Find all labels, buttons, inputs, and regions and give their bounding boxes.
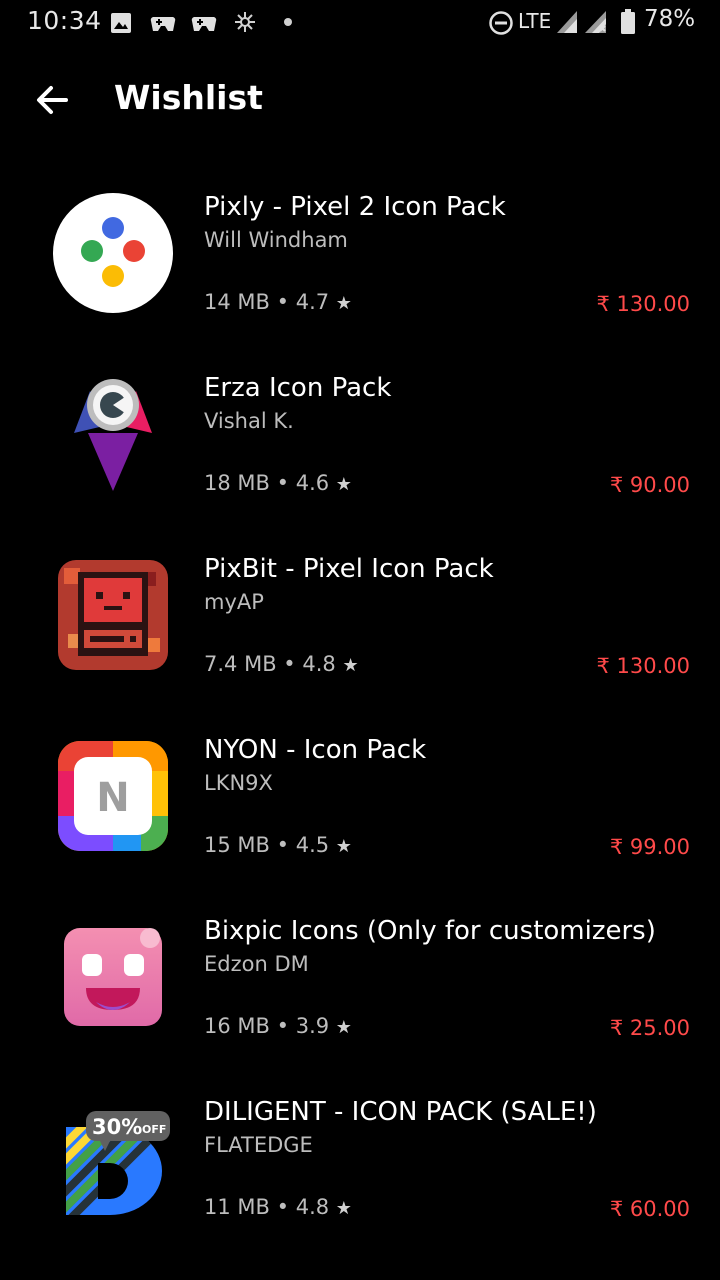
list-item[interactable]: PixBit - Pixel Icon Pack myAP 7.4 MB • 4… bbox=[0, 534, 720, 715]
game-controller-icon bbox=[150, 17, 176, 31]
star-icon: ★ bbox=[335, 474, 352, 495]
app-meta: 16 MB • 3.9 ★ bbox=[204, 1014, 352, 1038]
app-name: Bixpic Icons (Only for customizers) bbox=[204, 916, 656, 946]
app-rating: 4.6 bbox=[295, 471, 330, 495]
bixpic-icon bbox=[64, 928, 162, 1026]
developer-name: Will Windham bbox=[204, 228, 348, 252]
price-button[interactable]: ₹ 130.00 bbox=[596, 654, 690, 678]
app-rating: 3.9 bbox=[295, 1014, 330, 1038]
status-bar: 10:34 LTE 78% bbox=[0, 0, 720, 46]
separator: • bbox=[276, 471, 290, 495]
dot-icon bbox=[284, 18, 292, 26]
star-icon: ★ bbox=[335, 836, 352, 857]
app-rating: 4.8 bbox=[295, 1195, 330, 1219]
burst-icon bbox=[235, 12, 255, 32]
app-meta: 15 MB • 4.5 ★ bbox=[204, 833, 352, 857]
developer-name: LKN9X bbox=[204, 771, 273, 795]
star-icon: ★ bbox=[335, 293, 352, 314]
developer-name: Vishal K. bbox=[204, 409, 294, 433]
app-meta: 11 MB • 4.8 ★ bbox=[204, 1195, 352, 1219]
app-size: 7.4 MB bbox=[204, 652, 277, 676]
nyon-letter: N bbox=[96, 775, 129, 821]
separator: • bbox=[276, 290, 290, 314]
app-rating: 4.5 bbox=[295, 833, 330, 857]
separator: • bbox=[276, 1195, 290, 1219]
game-controller-icon bbox=[191, 17, 217, 31]
erza-icon bbox=[74, 379, 152, 491]
list-item[interactable]: Bixpic Icons (Only for customizers) Edzo… bbox=[0, 896, 720, 1077]
app-size: 18 MB bbox=[204, 471, 270, 495]
diligent-icon: 30% OFF bbox=[66, 1111, 170, 1215]
list-item[interactable]: Erza Icon Pack Vishal K. 18 MB • 4.6 ★ ₹… bbox=[0, 353, 720, 534]
developer-name: Edzon DM bbox=[204, 952, 309, 976]
app-name: DILIGENT - ICON PACK (SALE!) bbox=[204, 1097, 597, 1127]
app-meta: 14 MB • 4.7 ★ bbox=[204, 290, 352, 314]
price-button[interactable]: ₹ 130.00 bbox=[596, 292, 690, 316]
separator: • bbox=[276, 1014, 290, 1038]
star-icon: ★ bbox=[342, 655, 359, 676]
app-name: Erza Icon Pack bbox=[204, 373, 392, 403]
star-icon: ★ bbox=[335, 1198, 352, 1219]
discount-badge-suffix: OFF bbox=[142, 1123, 166, 1136]
app-size: 11 MB bbox=[204, 1195, 270, 1219]
dnd-icon bbox=[489, 11, 513, 35]
back-button[interactable] bbox=[28, 78, 76, 122]
app-meta: 18 MB • 4.6 ★ bbox=[204, 471, 352, 495]
developer-name: FLATEDGE bbox=[204, 1133, 313, 1157]
list-item[interactable]: 30% OFF DILIGENT - ICON PACK (SALE!) FLA… bbox=[0, 1077, 720, 1258]
status-time: 10:34 bbox=[27, 6, 102, 35]
app-name: PixBit - Pixel Icon Pack bbox=[204, 554, 494, 584]
nyon-icon: N bbox=[58, 741, 168, 851]
separator: • bbox=[283, 652, 296, 676]
app-rating: 4.8 bbox=[302, 652, 336, 676]
app-size: 15 MB bbox=[204, 833, 270, 857]
app-size: 16 MB bbox=[204, 1014, 270, 1038]
app-size: 14 MB bbox=[204, 290, 270, 314]
price-button[interactable]: ₹ 60.00 bbox=[610, 1197, 690, 1221]
app-name: Pixly - Pixel 2 Icon Pack bbox=[204, 192, 506, 222]
app-rating: 4.7 bbox=[295, 290, 330, 314]
battery-icon bbox=[621, 9, 635, 34]
discount-badge: 30% bbox=[92, 1115, 142, 1139]
image-icon bbox=[111, 13, 131, 33]
pixly-icon bbox=[53, 193, 173, 313]
app-meta: 7.4 MB • 4.8 ★ bbox=[204, 652, 359, 676]
developer-name: myAP bbox=[204, 590, 264, 614]
list-item[interactable]: N NYON - Icon Pack LKN9X 15 MB • 4.5 ★ ₹… bbox=[0, 715, 720, 896]
signal-x-icon bbox=[585, 11, 606, 33]
battery-percent: 78% bbox=[644, 6, 696, 32]
app-bar: Wishlist bbox=[0, 60, 720, 140]
app-name: NYON - Icon Pack bbox=[204, 735, 427, 765]
list-item[interactable]: Pixly - Pixel 2 Icon Pack Will Windham 1… bbox=[0, 172, 720, 353]
price-button[interactable]: ₹ 99.00 bbox=[610, 835, 690, 859]
page-title: Wishlist bbox=[114, 78, 263, 117]
star-icon: ★ bbox=[335, 1017, 352, 1038]
arrow-left-icon bbox=[37, 86, 68, 114]
price-button[interactable]: ₹ 25.00 bbox=[610, 1016, 690, 1040]
separator: • bbox=[276, 833, 290, 857]
signal-icon bbox=[557, 11, 577, 33]
pixbit-icon bbox=[58, 560, 168, 670]
network-type: LTE bbox=[518, 9, 552, 33]
price-button[interactable]: ₹ 90.00 bbox=[610, 473, 690, 497]
